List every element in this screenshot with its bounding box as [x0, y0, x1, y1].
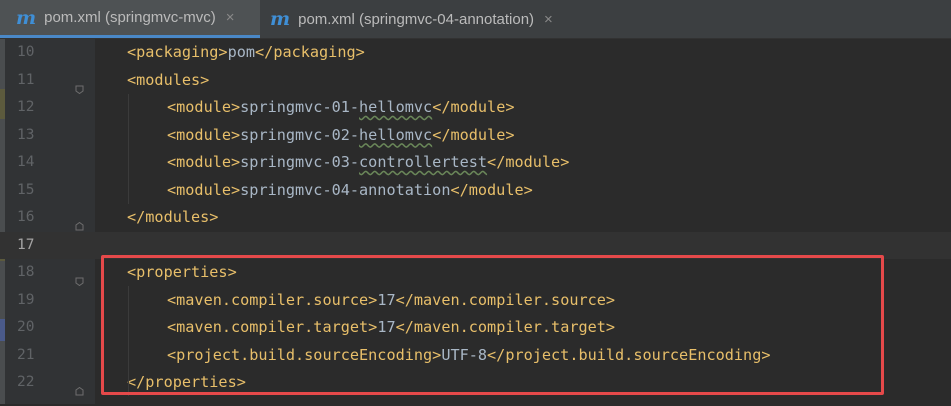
line-number: 18 [17, 264, 35, 280]
line-number: 22 [17, 374, 35, 390]
xml-close-tag: </module> [432, 98, 515, 116]
fold-icon[interactable] [75, 213, 84, 231]
code-text: <module>springmvc-04-annotation</module> [167, 177, 533, 205]
code-line[interactable]: 11 <modules> [0, 67, 951, 95]
xml-text: springmvc-02- [240, 125, 360, 144]
code-text: <module>springmvc-01-hellomvc</module> [167, 94, 514, 122]
xml-text: springmvc-03- [240, 153, 360, 171]
code-text: <module>springmvc-03-controllertest</mod… [167, 149, 569, 177]
tab-pom-springmvc-04-annotation[interactable]: m pom.xml (springmvc-04-annotation) × [254, 0, 594, 38]
code-line[interactable]: 13 <module>springmvc-02-hellomvc</module> [0, 122, 951, 150]
fold-icon[interactable] [75, 268, 84, 287]
line-number: 13 [17, 126, 35, 143]
line-number: 17 [17, 236, 35, 253]
code-text: <modules> [127, 67, 209, 95]
tab-label: pom.xml (springmvc-mvc) [44, 9, 216, 26]
line-number: 14 [17, 154, 35, 170]
code-editor[interactable]: 10 <packaging>pom</packaging> 11 <modules> 1… [0, 39, 951, 404]
xml-open-tag: <module> [167, 180, 241, 199]
xml-close-tag: </module> [450, 180, 533, 199]
maven-pom-icon: m [270, 8, 291, 30]
code-text: <module>springmvc-02-hellomvc</module> [167, 122, 514, 150]
line-number: 19 [17, 291, 35, 308]
xml-text: springmvc-01- [240, 98, 360, 116]
code-line[interactable]: 12 <module>springmvc-01-hellomvc</module> [0, 94, 951, 122]
code-line[interactable]: 15 <module>springmvc-04-annotation</modul… [0, 177, 951, 205]
xml-open-tag: <modules> [127, 70, 210, 89]
maven-pom-icon: m [16, 6, 37, 29]
code-line[interactable]: 14 <module>springmvc-03-controllertest</m… [0, 149, 951, 177]
line-number: 16 [17, 209, 35, 225]
indent-guide [128, 94, 129, 204]
code-text: </modules> [127, 204, 218, 232]
line-number: 21 [17, 346, 35, 363]
xml-open-tag: <module> [167, 153, 241, 171]
xml-text: pom [227, 43, 256, 61]
code-line[interactable]: 16 </modules> [0, 204, 951, 232]
xml-open-tag: <module> [167, 98, 241, 116]
highlight-box [101, 255, 884, 395]
close-icon[interactable]: × [226, 9, 235, 26]
xml-close-tag: </module> [432, 125, 515, 144]
xml-close-tag: </packaging> [255, 43, 365, 61]
xml-open-tag: <module> [167, 125, 241, 144]
code-text: <packaging>pom</packaging> [127, 39, 365, 67]
xml-text-typo: controllertest [359, 153, 488, 171]
line-number: 20 [17, 319, 35, 335]
code-line[interactable]: 10 <packaging>pom</packaging> [0, 39, 951, 67]
xml-open-tag: </modules> [127, 208, 219, 226]
xml-open-tag: <packaging> [127, 43, 228, 61]
line-number: 15 [17, 181, 35, 198]
xml-text: springmvc-04-annotation [240, 180, 451, 199]
close-icon[interactable]: × [544, 11, 553, 28]
xml-close-tag: </module> [487, 153, 570, 171]
tab-label: pom.xml (springmvc-04-annotation) [298, 10, 535, 28]
xml-text-typo: hellomvc [359, 98, 433, 116]
line-number: 10 [17, 44, 35, 60]
fold-icon[interactable] [75, 76, 84, 94]
tab-pom-springmvc-mvc[interactable]: m pom.xml (springmvc-mvc) × [0, 0, 260, 38]
line-number: 11 [17, 71, 35, 88]
xml-text-typo: hellomvc [359, 125, 433, 144]
line-number: 12 [17, 99, 35, 115]
editor-tab-bar: m pom.xml (springmvc-mvc) × m pom.xml (s… [0, 0, 951, 39]
fold-icon[interactable] [75, 378, 84, 396]
